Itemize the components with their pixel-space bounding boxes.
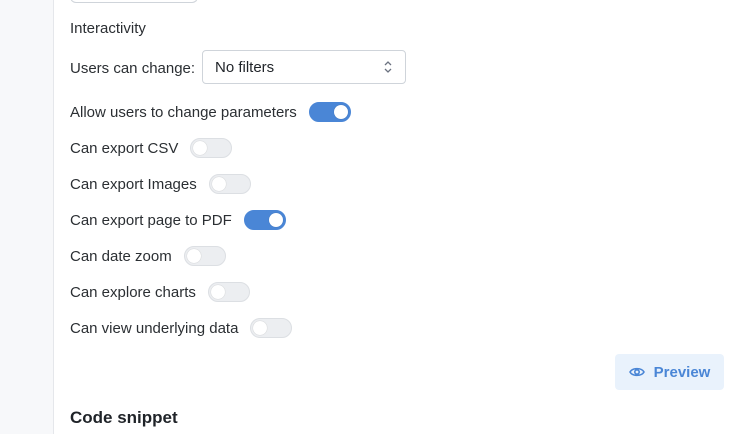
toggle-label: Can export CSV (70, 139, 179, 157)
toggle-row-export-csv: Can export CSV (70, 137, 233, 159)
toggle-label: Can export Images (70, 175, 197, 193)
toggle-row-underlying-data: Can view underlying data (70, 317, 293, 339)
toggle-row-export-pdf: Can export page to PDF (70, 209, 286, 231)
toggle-knob (268, 213, 283, 227)
export-images-toggle[interactable] (208, 174, 251, 194)
toggle-label: Can date zoom (70, 247, 172, 265)
preview-button-label: Preview (653, 363, 711, 381)
chevron-up-down-icon (384, 61, 392, 73)
toggle-row-explore-charts: Can explore charts (70, 281, 250, 303)
toggle-label: Can explore charts (70, 283, 196, 301)
underlying-data-toggle[interactable] (250, 318, 293, 338)
eye-icon (628, 367, 645, 377)
toggle-label: Can export page to PDF (70, 211, 232, 229)
toggle-knob (193, 141, 208, 155)
toggle-knob (211, 177, 226, 191)
toggle-row-export-images: Can export Images (70, 173, 251, 195)
change-parameters-toggle[interactable] (308, 102, 351, 122)
toggle-knob (333, 105, 348, 119)
code-snippet-heading: Code snippet (70, 408, 178, 427)
interactivity-heading: Interactivity (70, 20, 146, 37)
toggle-row-change-parameters: Allow users to change parameters (70, 101, 351, 123)
users-can-change-value: No filters (215, 58, 275, 76)
toggle-knob (253, 321, 268, 335)
toggle-knob (186, 249, 201, 263)
date-zoom-toggle[interactable] (183, 246, 226, 266)
preview-button[interactable]: Preview (615, 354, 724, 390)
users-can-change-select[interactable]: No filters (202, 50, 406, 84)
toggle-row-date-zoom: Can date zoom (70, 245, 226, 267)
export-csv-toggle[interactable] (190, 138, 233, 158)
export-pdf-toggle[interactable] (243, 210, 286, 230)
toggle-label: Can view underlying data (70, 319, 239, 337)
users-can-change-label: Users can change: (70, 60, 196, 77)
previous-field-stub[interactable] (70, 0, 198, 3)
toggle-label: Allow users to change parameters (70, 103, 297, 121)
toggle-knob (210, 285, 225, 299)
left-sidebar-rail (0, 0, 54, 434)
explore-charts-toggle[interactable] (207, 282, 250, 302)
